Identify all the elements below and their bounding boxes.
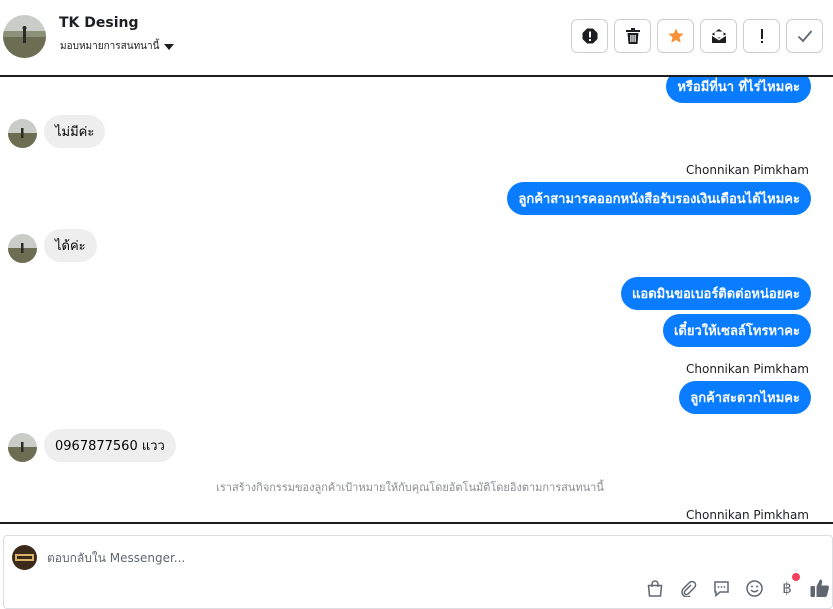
delete-button[interactable] (614, 19, 651, 53)
attachment-icon (680, 580, 696, 597)
payment-button[interactable]: ฿ (777, 573, 800, 598)
trash-icon (625, 28, 640, 44)
thread-divider (0, 522, 833, 524)
notification-dot (792, 573, 800, 581)
contact-avatar-small (8, 433, 37, 462)
contact-name[interactable]: TK Desing (59, 15, 139, 31)
star-button[interactable] (657, 19, 694, 53)
saved-reply-button[interactable] (711, 578, 731, 598)
message-incoming: ได้ค่ะ (44, 229, 97, 262)
star-icon (668, 28, 683, 43)
message-outgoing: เดี๋ยวให้เซลล์โทรหาคะ (662, 314, 811, 347)
mark-unread-button[interactable] (700, 19, 737, 53)
sender-name: Chonnikan Pimkham (686, 163, 809, 177)
message-incoming: 0967877560 แวว (44, 429, 176, 462)
mark-spam-button[interactable] (571, 19, 608, 53)
sender-name: Chonnikan Pimkham (686, 362, 809, 376)
follow-up-icon (760, 29, 763, 43)
contact-avatar[interactable] (3, 15, 46, 58)
emoji-button[interactable] (744, 578, 764, 598)
shopping-bag-icon (647, 579, 663, 597)
follow-up-button[interactable] (743, 19, 780, 53)
saved-reply-icon (713, 580, 729, 597)
message-outgoing: ลูกค้าสามารคออกหนังสือรับรองเงินเดือนได้… (507, 182, 811, 215)
page-avatar (12, 545, 37, 570)
sender-name: Chonnikan Pimkham (686, 508, 809, 522)
assign-conversation-dropdown[interactable]: มอบหมายการสนทนานี้ (60, 39, 175, 54)
message-outgoing: หรือมีที่นา ที่ไร่ไหมคะ (666, 77, 811, 103)
spam-icon (582, 28, 597, 44)
mark-unread-icon (711, 29, 726, 43)
message-incoming: ไม่มีค่ะ (44, 115, 106, 148)
conversation-toolbar (571, 19, 823, 53)
contact-avatar-small (8, 119, 37, 148)
reply-composer: ฿ (3, 535, 833, 609)
like-icon (810, 579, 830, 597)
message-thread[interactable]: หรือมีที่นา ที่ไร่ไหมคะ ไม่มีค่ะ Chonnik… (0, 77, 833, 522)
conversation-header: TK Desing มอบหมายการสนทนานี้ (0, 0, 833, 77)
like-button[interactable] (810, 578, 830, 598)
message-outgoing: แอดมินขอเบอร์ติดต่อหน่อยคะ (621, 277, 811, 310)
reply-input[interactable] (47, 547, 647, 569)
mark-done-button[interactable] (786, 19, 823, 53)
message-outgoing: ลูกค้าสะดวกไหมคะ (679, 381, 811, 414)
caret-down-icon (164, 43, 175, 50)
composer-toolbar: ฿ (645, 573, 830, 598)
assign-label: มอบหมายการสนทนานี้ (60, 41, 160, 52)
emoji-icon (745, 579, 763, 597)
baht-payment-icon: ฿ (782, 579, 792, 597)
done-icon (797, 30, 812, 43)
attach-button[interactable] (678, 578, 698, 598)
contact-avatar-small (8, 234, 37, 263)
product-button[interactable] (645, 578, 665, 598)
system-activity-note: เราสร้างกิจกรรมของลูกค้าเป้าหมายให้กับคุ… (216, 481, 604, 494)
